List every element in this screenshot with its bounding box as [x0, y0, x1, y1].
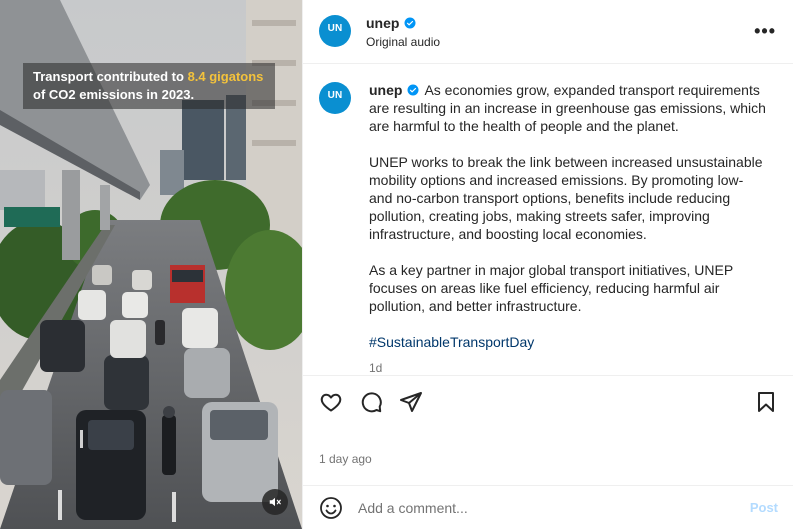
caption-text-suffix: of CO2 emissions in 2023.	[33, 87, 195, 102]
emoji-icon[interactable]	[319, 496, 343, 520]
avatar-logo-text: UN	[327, 23, 343, 34]
save-button[interactable]	[754, 390, 778, 414]
caption-username[interactable]: unep	[369, 82, 402, 98]
more-options-button[interactable]: •••	[754, 21, 776, 42]
caption-paragraph-1: As economies grow, expanded transport re…	[369, 82, 766, 134]
share-icon	[400, 392, 422, 412]
post-comment-button[interactable]: Post	[750, 500, 778, 515]
like-button[interactable]	[319, 390, 343, 414]
original-audio-link[interactable]: Original audio	[366, 35, 440, 49]
verified-badge-icon	[407, 84, 419, 96]
hashtag-link[interactable]: #SustainableTransportDay	[369, 333, 769, 351]
post-media[interactable]: Transport contributed to 8.4 gigatons of…	[0, 0, 302, 529]
header-username-row: unep	[366, 15, 416, 31]
video-caption-overlay: Transport contributed to 8.4 gigatons of…	[23, 63, 275, 109]
caption-text-prefix: Transport contributed to	[33, 69, 188, 84]
comment-button[interactable]	[359, 390, 383, 414]
post-header: UN unep Original audio •••	[303, 0, 793, 64]
post-caption: unep As economies grow, expanded transpor…	[369, 81, 769, 377]
share-button[interactable]	[399, 390, 423, 414]
caption-paragraph-3: As a key partner in major global transpo…	[369, 262, 733, 314]
comment-bar: Post	[303, 485, 793, 529]
caption-paragraph-2: UNEP works to break the link between inc…	[369, 154, 763, 242]
mute-button[interactable]	[262, 489, 288, 515]
avatar-logo-text: UN	[327, 90, 343, 101]
bookmark-icon	[758, 392, 774, 412]
verified-badge-icon	[404, 17, 416, 29]
avatar[interactable]: UN	[319, 15, 351, 47]
action-bar	[303, 375, 793, 425]
header-username[interactable]: unep	[366, 15, 399, 31]
post-panel: UN unep Original audio ••• UN unep As eco…	[302, 0, 793, 529]
heart-icon	[320, 393, 342, 412]
comment-input[interactable]	[358, 498, 718, 518]
avatar[interactable]: UN	[319, 82, 351, 114]
post-body: UN unep As economies grow, expanded trans…	[303, 65, 793, 375]
muted-speaker-icon	[269, 497, 281, 507]
caption-highlight: 8.4 gigatons	[187, 69, 264, 84]
comment-icon	[361, 392, 382, 413]
post-date: 1 day ago	[319, 452, 372, 466]
